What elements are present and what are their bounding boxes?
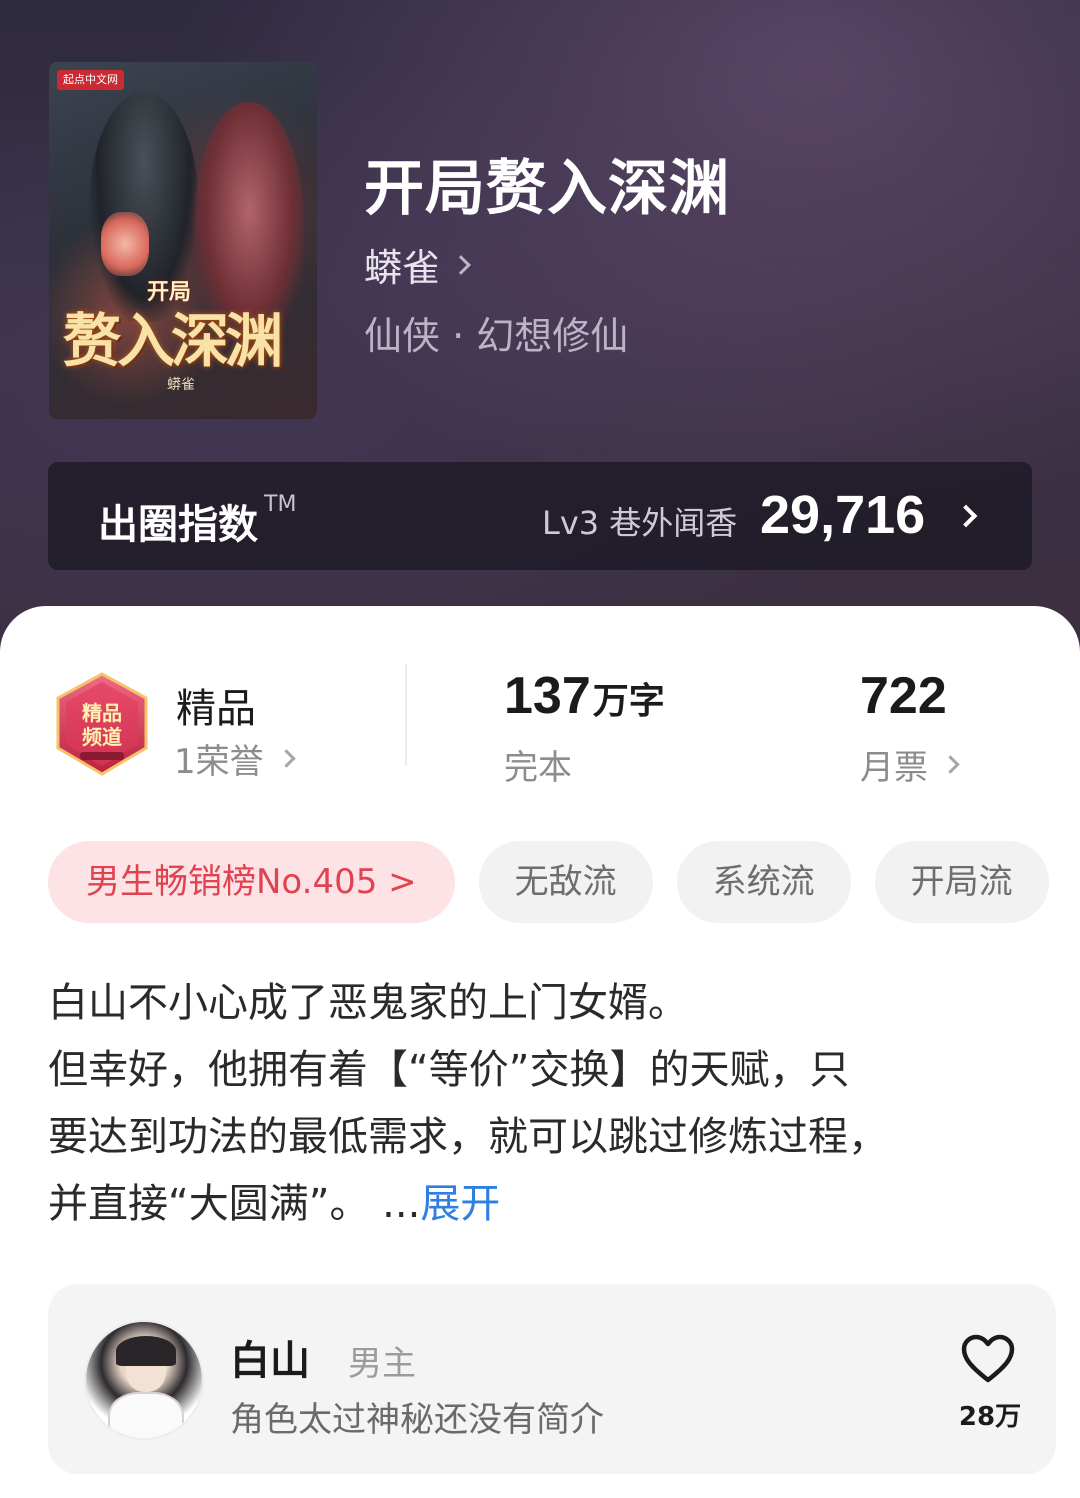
- author-link[interactable]: 蟒雀: [364, 237, 471, 292]
- like-count: 28万: [958, 1402, 1022, 1432]
- character-role: 男主: [348, 1344, 416, 1384]
- jingpin-badge-icon[interactable]: 精品 频道: [50, 670, 154, 780]
- index-label: 出圈指数 TM: [98, 492, 297, 548]
- index-value: 29,716: [760, 485, 926, 545]
- honor-count: 1荣誉: [174, 742, 264, 782]
- popularity-index-bar[interactable]: 出圈指数 TM Lv3 巷外闻香 29,716: [48, 462, 1032, 570]
- synopsis-line-last: 并直接“大圆满”。 ...展开: [48, 1181, 501, 1227]
- monthly-tickets-label: 月票: [860, 748, 928, 788]
- book-cover[interactable]: 起点中文网 开局 赘入深渊 蟒雀: [49, 62, 317, 419]
- index-level: Lv3 巷外闻香: [542, 504, 738, 542]
- heart-icon[interactable]: [960, 1334, 1016, 1384]
- cover-author: 蟒雀: [167, 377, 195, 393]
- tag-kaiju[interactable]: 开局流: [874, 841, 1049, 923]
- book-title: 开局赘入深渊: [364, 154, 730, 224]
- character-name: 白山: [230, 1338, 310, 1384]
- book-genre: 仙侠 · 幻想修仙: [364, 314, 629, 358]
- trademark-mark: TM: [264, 492, 297, 517]
- chevron-right-icon: [954, 504, 978, 528]
- tag-xitong[interactable]: 系统流: [676, 841, 851, 923]
- monthly-tickets-link[interactable]: 月票: [860, 740, 960, 789]
- synopsis-line: 但幸好，他拥有着【“等价”交换】的天赋，只: [48, 1047, 850, 1093]
- synopsis-line: 要达到功法的最低需求，就可以跳过修炼过程，: [48, 1114, 888, 1160]
- honor-link[interactable]: 1荣誉: [174, 734, 296, 783]
- author-name: 蟒雀: [364, 246, 441, 290]
- stats-divider: [405, 664, 407, 766]
- cover-title: 赘入深渊: [63, 307, 283, 375]
- character-description: 角色太过神秘还没有简介: [230, 1400, 604, 1440]
- synopsis-line: 白山不小心成了恶鬼家的上门女婿。: [48, 980, 688, 1026]
- monthly-tickets-count: 722: [860, 667, 947, 725]
- svg-text:精品: 精品: [82, 701, 122, 725]
- badge-title: 精品: [176, 686, 256, 732]
- svg-text:频道: 频道: [82, 725, 122, 749]
- chevron-right-icon: [276, 749, 296, 768]
- character-card[interactable]: 白山 男主 角色太过神秘还没有简介 28万: [48, 1284, 1056, 1474]
- word-count: 137万字: [504, 667, 665, 725]
- word-count-unit: 万字: [592, 681, 665, 722]
- tag-wudi[interactable]: 无敌流: [478, 841, 653, 923]
- synopsis[interactable]: 白山不小心成了恶鬼家的上门女婿。 但幸好，他拥有着【“等价”交换】的天赋，只 要…: [48, 970, 1028, 1238]
- expand-link[interactable]: 展开: [420, 1181, 500, 1227]
- chevron-right-icon: [451, 254, 471, 275]
- tag-bestseller-rank[interactable]: 男生畅销榜No.405 >: [48, 841, 455, 923]
- completion-status: 完本: [504, 748, 572, 788]
- character-avatar: [84, 1320, 204, 1440]
- cover-lantern: [101, 212, 149, 276]
- tag-list: 男生畅销榜No.405 > 无敌流 系统流 开局流: [48, 841, 1073, 923]
- cover-publisher-badge: 起点中文网: [57, 70, 124, 90]
- chevron-right-icon: [941, 755, 960, 774]
